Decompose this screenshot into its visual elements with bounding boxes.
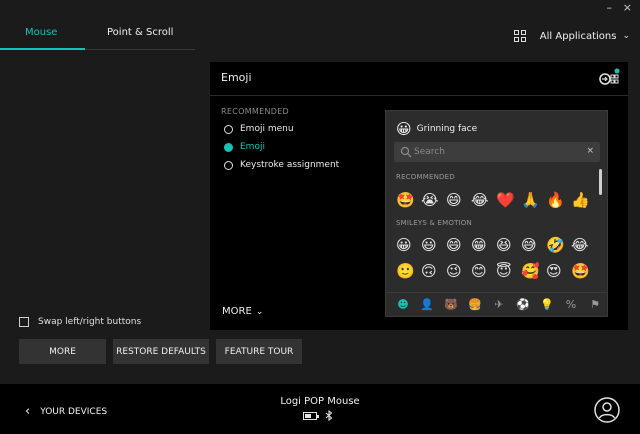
tab-divider bbox=[85, 49, 195, 50]
section-label-recommended: RECOMMENDED bbox=[396, 173, 455, 181]
emoji-item[interactable]: 😂 bbox=[471, 191, 496, 209]
tab-bar: Mouse Point & Scroll bbox=[0, 18, 195, 50]
emoji-search: × bbox=[394, 142, 600, 162]
close-button[interactable]: × bbox=[623, 2, 632, 14]
emoji-item[interactable]: 😅 bbox=[521, 236, 546, 254]
preview-emoji: 😀 bbox=[396, 120, 412, 138]
radio-button[interactable] bbox=[224, 160, 233, 170]
category-objects-icon[interactable]: 💡 bbox=[535, 298, 559, 311]
emoji-item[interactable]: 😀 bbox=[396, 236, 421, 254]
emoji-item[interactable]: 😆 bbox=[496, 236, 521, 254]
category-animals-icon[interactable]: 🐻 bbox=[439, 298, 463, 311]
applications-selector[interactable]: All Applications ⌄ bbox=[513, 30, 630, 42]
emoji-item[interactable]: 🤣 bbox=[546, 236, 571, 254]
emoji-item[interactable]: 😁 bbox=[471, 236, 496, 254]
emoji-item[interactable]: 😉 bbox=[446, 262, 471, 280]
feature-tour-button[interactable]: FEATURE TOUR bbox=[216, 339, 302, 364]
emoji-item[interactable]: 😄 bbox=[446, 191, 471, 209]
emoji-item[interactable]: 🙂 bbox=[396, 262, 421, 280]
action-assign-icon[interactable] bbox=[598, 68, 620, 88]
footer-bar: ‹ YOUR DEVICES Logi POP Mouse bbox=[0, 384, 640, 434]
emoji-item[interactable]: 👍 bbox=[571, 191, 596, 209]
minimize-button[interactable]: – bbox=[607, 2, 613, 14]
emoji-item[interactable]: 😭 bbox=[421, 191, 446, 209]
panel-divider bbox=[210, 95, 628, 96]
category-smileys-icon[interactable]: ☻ bbox=[391, 298, 415, 311]
emoji-category-bar: ☻ 👤 🐻 🍔 ✈ ⚽ 💡 % ⚑ bbox=[386, 292, 607, 316]
checkbox[interactable] bbox=[19, 317, 29, 327]
preview-name: Grinning face bbox=[416, 124, 478, 134]
more-actions-button[interactable]: MORE ⌄ bbox=[222, 306, 263, 317]
chevron-down-icon: ⌄ bbox=[255, 306, 264, 317]
emoji-picker: 😀 Grinning face × RECOMMENDED 🤩 😭 😄 😂 ❤️… bbox=[385, 110, 608, 317]
swap-label: Swap left/right buttons bbox=[38, 317, 142, 327]
emoji-item[interactable]: ❤️ bbox=[496, 191, 521, 209]
option-label: Emoji menu bbox=[240, 124, 294, 134]
tab-mouse[interactable]: Mouse bbox=[25, 27, 57, 38]
title-bar: – × bbox=[0, 0, 640, 18]
battery-icon bbox=[303, 411, 319, 420]
emoji-row: 😀 😃 😄 😁 😆 😅 🤣 😂 bbox=[396, 236, 596, 254]
action-panel: Emoji RECOMMENDED Emoji menu Emoji Keyst… bbox=[210, 62, 628, 330]
section-label-smileys: SMILEYS & EMOTION bbox=[396, 219, 472, 227]
emoji-item[interactable]: 🤩 bbox=[571, 262, 596, 280]
emoji-item[interactable]: 🙃 bbox=[421, 262, 446, 280]
radio-button-selected[interactable] bbox=[224, 142, 233, 152]
category-symbols-icon[interactable]: % bbox=[559, 298, 583, 311]
category-flags-icon[interactable]: ⚑ bbox=[583, 298, 607, 311]
applications-label: All Applications bbox=[539, 30, 617, 42]
back-label: YOUR DEVICES bbox=[40, 406, 108, 417]
chevron-down-icon: ⌄ bbox=[622, 31, 630, 41]
restore-defaults-button[interactable]: RESTORE DEFAULTS bbox=[113, 339, 209, 364]
search-icon bbox=[400, 146, 412, 158]
emoji-item[interactable]: 😃 bbox=[421, 236, 446, 254]
emoji-item[interactable]: 🙏 bbox=[521, 191, 546, 209]
clear-search-button[interactable]: × bbox=[586, 146, 594, 156]
panel-title: Emoji bbox=[221, 71, 252, 84]
picker-scrollbar[interactable] bbox=[599, 169, 602, 195]
option-emoji[interactable]: Emoji bbox=[224, 142, 265, 152]
category-travel-icon[interactable]: ✈ bbox=[487, 298, 511, 311]
device-name: Logi POP Mouse bbox=[280, 396, 360, 407]
emoji-item[interactable]: 😂 bbox=[571, 236, 596, 254]
option-label: Emoji bbox=[240, 142, 265, 152]
account-icon[interactable] bbox=[594, 397, 620, 423]
option-label: Keystroke assignment bbox=[240, 160, 340, 170]
device-status bbox=[303, 410, 333, 421]
grid-icon bbox=[513, 30, 526, 42]
emoji-item[interactable]: 😊 bbox=[471, 262, 496, 280]
emoji-item[interactable]: 🥰 bbox=[521, 262, 546, 280]
emoji-row: 🤩 😭 😄 😂 ❤️ 🙏 🔥 👍 bbox=[396, 191, 596, 209]
active-tab-indicator bbox=[0, 48, 85, 50]
bluetooth-icon bbox=[325, 410, 333, 421]
tab-point-scroll[interactable]: Point & Scroll bbox=[107, 27, 173, 38]
search-input[interactable] bbox=[414, 144, 584, 160]
option-keystroke-assignment[interactable]: Keystroke assignment bbox=[224, 160, 339, 170]
emoji-item[interactable]: 😇 bbox=[496, 262, 521, 280]
emoji-row: 🙂 🙃 😉 😊 😇 🥰 😍 🤩 bbox=[396, 262, 596, 280]
category-food-icon[interactable]: 🍔 bbox=[463, 298, 487, 311]
emoji-preview: 😀 Grinning face bbox=[396, 120, 477, 138]
emoji-item[interactable]: 😍 bbox=[546, 262, 571, 280]
emoji-item[interactable]: 😄 bbox=[446, 236, 471, 254]
more-label: MORE bbox=[222, 306, 252, 317]
emoji-item[interactable]: 🤩 bbox=[396, 191, 421, 209]
category-people-icon[interactable]: 👤 bbox=[415, 298, 439, 311]
category-activities-icon[interactable]: ⚽ bbox=[511, 298, 535, 311]
more-button[interactable]: MORE bbox=[19, 339, 106, 364]
swap-buttons-toggle[interactable]: Swap left/right buttons bbox=[19, 317, 141, 327]
recommended-heading: RECOMMENDED bbox=[221, 107, 290, 116]
option-emoji-menu[interactable]: Emoji menu bbox=[224, 124, 294, 134]
emoji-item[interactable]: 🔥 bbox=[546, 191, 571, 209]
radio-button[interactable] bbox=[224, 124, 233, 134]
